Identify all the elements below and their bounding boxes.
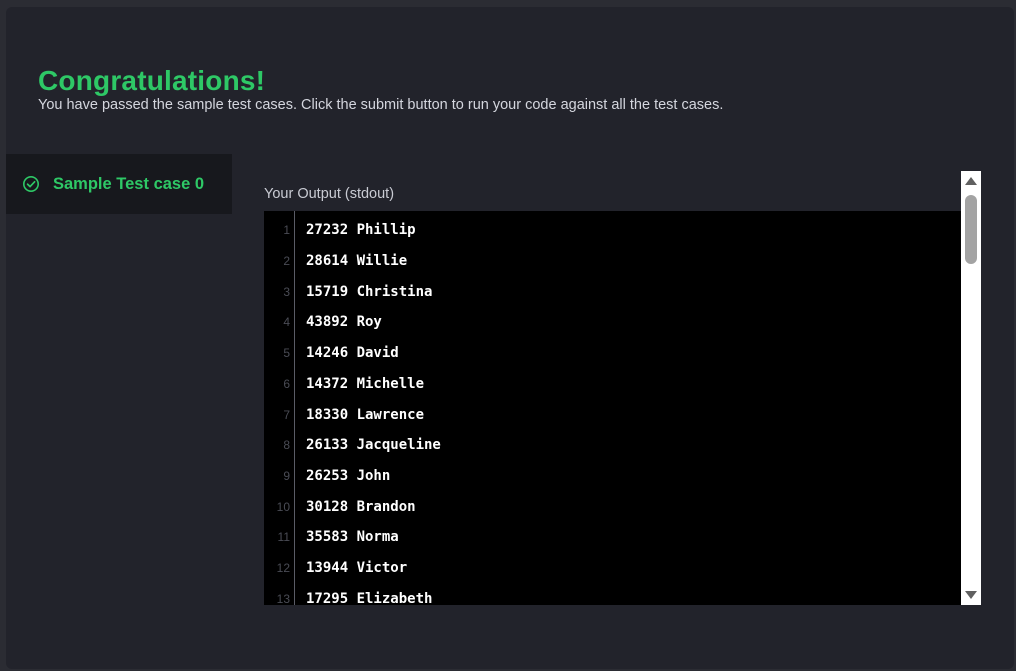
output-line: 9 26253 John [264,461,964,492]
line-number: 4 [283,315,290,330]
output-line: 8 26133 Jacqueline [264,430,964,461]
line-number: 7 [283,407,290,422]
output-console: 1 27232 Phillip 2 28614 Willie 3 15719 Christ… [264,211,964,605]
output-line: 6 14372 Michelle [264,369,964,400]
output-line-text: 18330 Lawrence [306,406,425,423]
output-line-text: 27232 Phillip [306,222,416,239]
output-line-text: 28614 Willie [306,253,408,270]
vertical-scrollbar[interactable] [961,171,981,605]
output-line-text: 14372 Michelle [306,375,425,392]
output-line-text: 26133 Jacqueline [306,437,441,454]
output-line: 4 43892 Roy [264,307,964,338]
line-number: 3 [283,284,290,299]
tab-label: Sample Test case 0 [53,174,205,193]
line-number: 6 [283,376,290,391]
output-line: 5 14246 David [264,338,964,369]
output-label: Your Output (stdout) [264,186,395,202]
output-line-text: 15719 Christina [306,283,433,300]
output-line: 10 30128 Brandon [264,491,964,522]
results-panel: Congratulations! You have passed the sam… [6,7,1014,669]
output-line-text: 13944 Victor [306,560,408,577]
scroll-up-arrow-icon[interactable] [965,177,977,185]
output-line: 2 28614 Willie [264,246,964,277]
output-line-text: 14246 David [306,345,399,362]
output-line: 7 18330 Lawrence [264,399,964,430]
line-number: 13 [276,591,290,605]
check-circle-icon [23,176,39,192]
scrollbar-thumb[interactable] [965,195,977,264]
line-number: 5 [283,346,290,361]
line-number: 1 [283,223,290,238]
output-line-text: 30128 Brandon [306,498,416,515]
page-subtitle: You have passed the sample test cases. C… [38,97,724,113]
line-number: 8 [283,438,290,453]
line-number: 12 [276,561,290,576]
output-line-text: 35583 Norma [306,529,399,546]
line-number: 2 [283,254,290,269]
output-line: 13 17295 Elizabeth [264,583,964,605]
output-line-text: 17295 Elizabeth [306,590,433,605]
output-line: 11 35583 Norma [264,522,964,553]
output-line: 3 15719 Christina [264,276,964,307]
line-number: 11 [277,530,290,545]
line-number: 10 [276,499,290,514]
output-line-text: 26253 John [306,467,391,484]
output-line: 1 27232 Phillip [264,215,964,246]
page-title: Congratulations! [38,65,266,96]
tab-sample-test-case-0[interactable]: Sample Test case 0 [6,154,232,214]
line-number: 9 [283,468,290,483]
output-line: 12 13944 Victor [264,553,964,584]
output-line-text: 43892 Roy [306,314,382,331]
scroll-down-arrow-icon[interactable] [965,591,977,599]
